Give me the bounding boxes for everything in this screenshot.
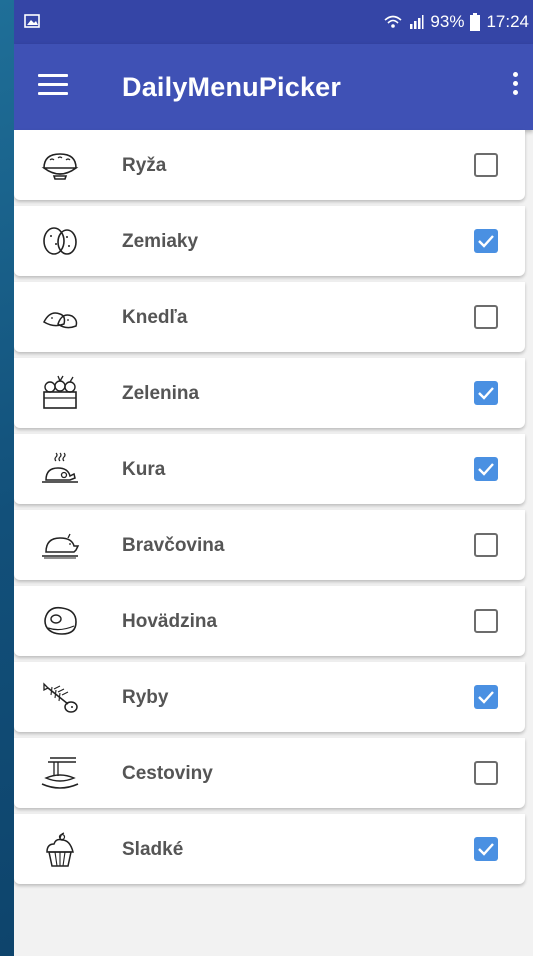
item-checkbox[interactable] <box>474 229 498 253</box>
list-item[interactable]: Cestoviny <box>14 738 525 808</box>
more-vertical-icon[interactable] <box>505 72 525 104</box>
list-item[interactable]: Ryby <box>14 662 525 732</box>
app-bar: DailyMenuPicker <box>14 44 533 130</box>
fish-bone-icon <box>43 682 78 713</box>
list-item[interactable]: Kura <box>14 434 525 504</box>
wifi-icon <box>384 15 402 28</box>
list-item[interactable]: Ryža <box>14 130 525 200</box>
item-label: Kura <box>122 459 166 480</box>
potatoes-icon <box>43 227 77 255</box>
battery-percentage: 93% <box>430 12 465 31</box>
checkmark-icon <box>478 387 494 400</box>
list-item[interactable]: Knedľa <box>14 282 525 352</box>
gallery-icon <box>24 14 40 28</box>
checkmark-icon <box>478 235 494 248</box>
item-label: Zelenina <box>122 383 200 404</box>
item-checkbox[interactable] <box>474 533 498 557</box>
status-bar: 93% 17:24 <box>14 0 533 44</box>
item-checkbox[interactable] <box>474 609 498 633</box>
rice-bowl-icon <box>41 153 79 180</box>
item-label: Knedľa <box>122 307 188 328</box>
roast-chicken-icon <box>42 452 78 483</box>
list-item[interactable]: Zelenina <box>14 358 525 428</box>
hamburger-menu-icon[interactable] <box>38 74 68 98</box>
signal-icon <box>410 15 424 29</box>
checkmark-icon <box>478 691 494 704</box>
battery-icon <box>470 13 481 31</box>
phone-screen: 93% 17:24 DailyMenuPicker Ryža Zemiaky K… <box>14 0 533 956</box>
item-label: Ryby <box>122 687 169 708</box>
pig-platter-icon <box>42 533 80 559</box>
vegetable-crate-icon <box>43 375 77 409</box>
checkmark-icon <box>478 843 494 856</box>
item-checkbox[interactable] <box>474 457 498 481</box>
app-title: DailyMenuPicker <box>122 72 342 102</box>
item-checkbox[interactable] <box>474 685 498 709</box>
item-label: Bravčovina <box>122 535 225 556</box>
item-checkbox[interactable] <box>474 837 498 861</box>
dumplings-icon <box>43 312 78 329</box>
checkmark-icon <box>478 463 494 476</box>
item-label: Cestoviny <box>122 763 213 784</box>
clock: 17:24 <box>486 12 529 31</box>
list-item[interactable]: Hovädzina <box>14 586 525 656</box>
status-right: 93% 17:24 <box>384 12 529 32</box>
list-item[interactable]: Sladké <box>14 814 525 884</box>
item-label: Zemiaky <box>122 231 199 252</box>
item-label: Sladké <box>122 839 184 860</box>
item-checkbox[interactable] <box>474 153 498 177</box>
item-label: Ryža <box>122 155 167 176</box>
cupcake-icon <box>46 832 74 867</box>
list-item[interactable]: Bravčovina <box>14 510 525 580</box>
steak-icon <box>44 606 77 635</box>
list-item[interactable]: Zemiaky <box>14 206 525 276</box>
item-checkbox[interactable] <box>474 381 498 405</box>
pasta-plate-icon <box>41 757 79 789</box>
item-label: Hovädzina <box>122 611 218 632</box>
item-checkbox[interactable] <box>474 305 498 329</box>
item-checkbox[interactable] <box>474 761 498 785</box>
